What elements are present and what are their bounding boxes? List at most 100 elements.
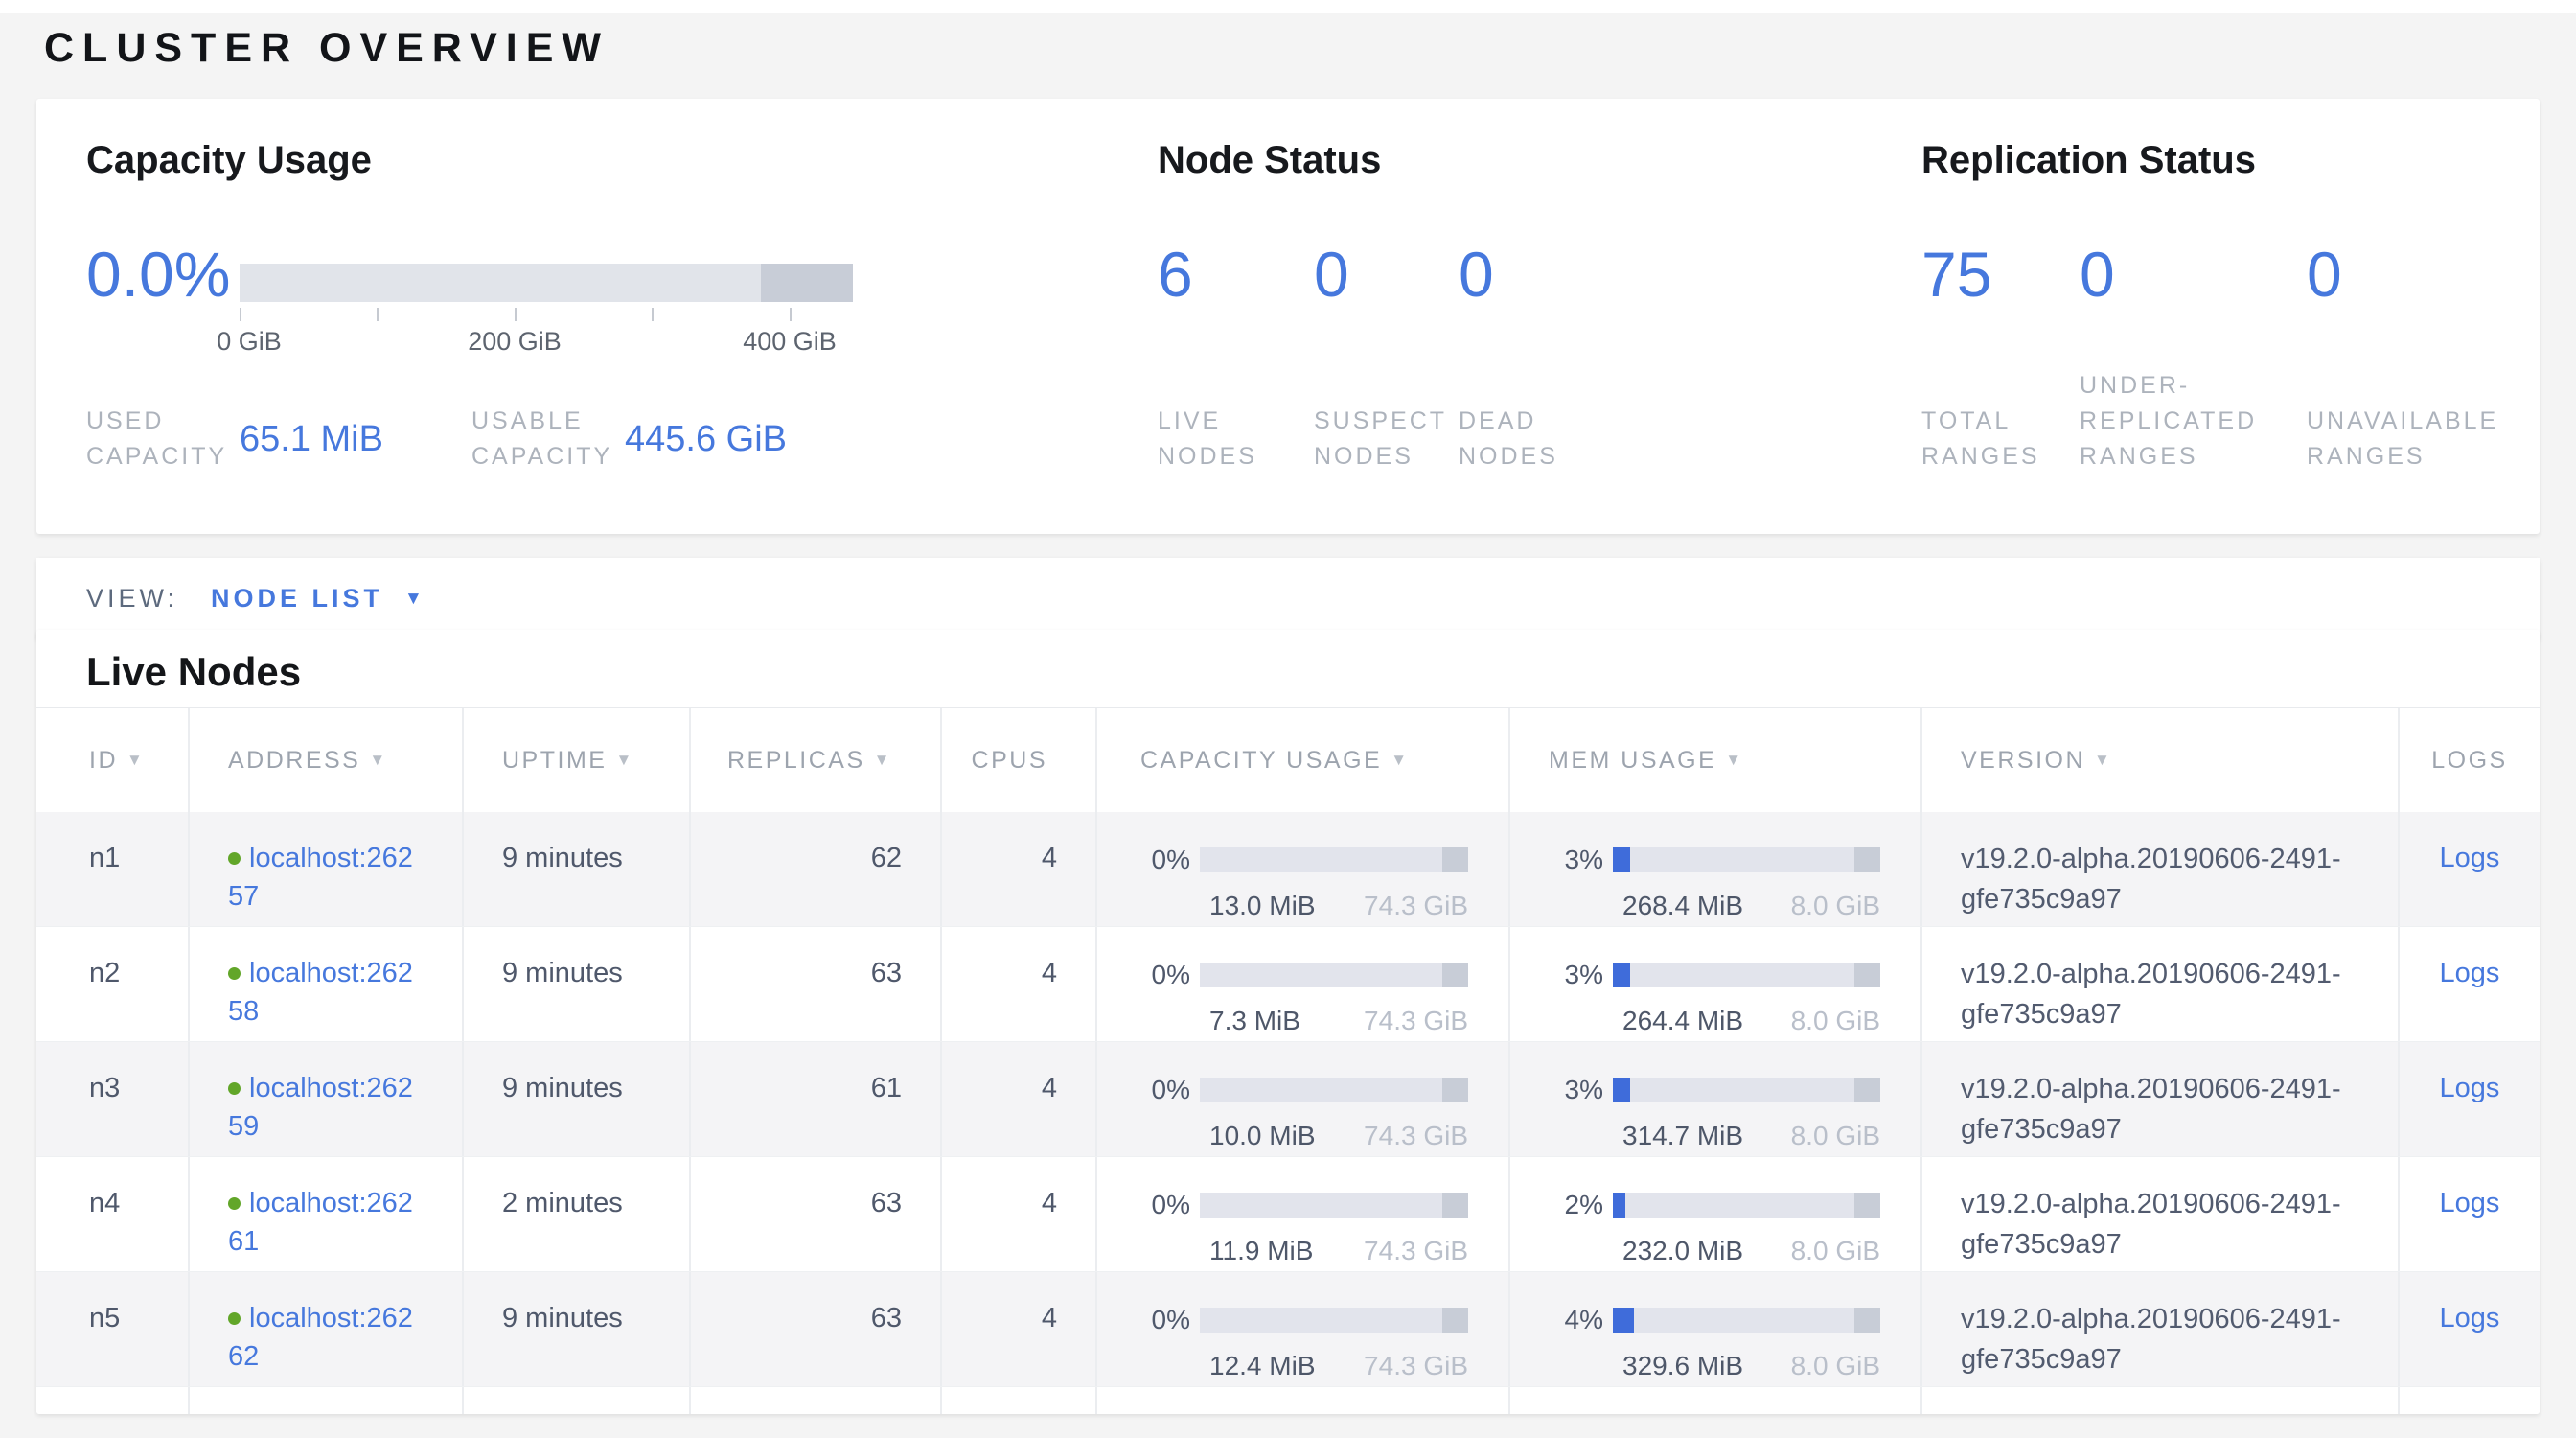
mem-total-value: 8.0 GiB	[1791, 1117, 1880, 1155]
capacity-total-value: 74.3 GiB	[1364, 1347, 1468, 1385]
mem-usage-cell: 3% 264.4 MiB 8.0 GiB	[1508, 927, 1920, 1041]
axis-tick	[790, 308, 792, 321]
capacity-usage-cell: 0% 11.9 MiB 74.3 GiB	[1095, 1157, 1508, 1271]
capacity-total-value: 74.3 GiB	[1364, 1232, 1468, 1270]
cpus-cell: 4	[940, 1157, 1095, 1271]
capacity-used-value: 13.0 MiB	[1209, 887, 1316, 925]
column-header-uptime[interactable]: UPTIME▼	[462, 708, 689, 812]
node-status-title: Node Status	[1158, 139, 1381, 182]
capacity-total-value: 74.3 GiB	[1364, 887, 1468, 925]
node-id-cell: n4	[36, 1157, 188, 1271]
uptime-cell: 2 minutes	[462, 1157, 689, 1271]
unavailable-label: UNAVAILABLE RANGES	[2307, 404, 2498, 475]
sort-arrow-icon: ▼	[615, 751, 633, 770]
mem-total-value: 8.0 GiB	[1791, 1347, 1880, 1385]
mem-used-value: 314.7 MiB	[1622, 1117, 1743, 1155]
status-live-icon	[228, 852, 241, 865]
under-replicated-count: 0	[2080, 241, 2115, 308]
column-header-capacity-usage[interactable]: CAPACITY USAGE▼	[1095, 708, 1508, 812]
capacity-percent-label: 0%	[1140, 1301, 1200, 1339]
capacity-reserved-segment	[1442, 847, 1468, 872]
mem-percent-label: 3%	[1553, 956, 1613, 994]
logs-cell: Logs	[2398, 1272, 2540, 1386]
address-link[interactable]: localhost:26259	[228, 1073, 413, 1142]
view-selector-bar: VIEW: NODE LIST ▼	[36, 558, 2540, 639]
uptime-cell: 9 minutes	[462, 1272, 689, 1386]
capacity-total-value: 74.3 GiB	[1364, 1002, 1468, 1040]
capacity-usage-cell: 0% 10.0 MiB 74.3 GiB	[1095, 1042, 1508, 1156]
version-cell: v19.2.0-alpha.20190606-2491-gfe735c9a97	[1920, 1042, 2398, 1156]
sort-arrow-icon: ▼	[126, 751, 145, 770]
mem-used-segment	[1613, 1308, 1634, 1333]
cpus-cell: 4	[940, 1042, 1095, 1156]
column-header-mem-usage[interactable]: MEM USAGE▼	[1508, 708, 1920, 812]
dead-nodes-label: DEAD NODES	[1459, 404, 1558, 475]
mem-usage-bar	[1613, 847, 1880, 872]
mem-usage-bar	[1613, 963, 1880, 987]
uptime-cell: 9 minutes	[462, 927, 689, 1041]
view-label: VIEW:	[86, 584, 178, 614]
capacity-used-value: 10.0 MiB	[1209, 1117, 1316, 1155]
logs-cell: Logs	[2398, 1157, 2540, 1271]
node-address-cell: localhost:26257	[188, 812, 462, 926]
usable-capacity-value: 445.6 GiB	[625, 419, 787, 460]
top-strip	[0, 0, 2576, 13]
mem-usage-bar	[1613, 1193, 1880, 1218]
unavailable-count: 0	[2307, 241, 2342, 308]
column-header-address[interactable]: ADDRESS▼	[188, 708, 462, 812]
column-header-version[interactable]: VERSION▼	[1920, 708, 2398, 812]
cpus-cell: 4	[940, 812, 1095, 926]
mem-total-value: 8.0 GiB	[1791, 887, 1880, 925]
logs-link[interactable]: Logs	[2440, 1073, 2500, 1103]
capacity-gauge-reserved-segment	[761, 264, 853, 302]
capacity-reserved-segment	[1442, 1308, 1468, 1333]
chevron-down-icon[interactable]: ▼	[404, 589, 423, 610]
version-cell: v19.2.0-alpha.20190606-2491-gfe735c9a97	[1920, 927, 2398, 1041]
logs-link[interactable]: Logs	[2440, 958, 2500, 988]
logs-link[interactable]: Logs	[2440, 843, 2500, 873]
column-header-logs: LOGS	[2398, 708, 2540, 812]
column-header-replicas[interactable]: REPLICAS▼	[689, 708, 940, 812]
address-link[interactable]: localhost:26257	[228, 843, 413, 912]
capacity-usage-bar	[1200, 963, 1468, 987]
capacity-usage-bar	[1200, 1308, 1468, 1333]
mem-reserved-segment	[1854, 1193, 1880, 1218]
logs-link[interactable]: Logs	[2440, 1188, 2500, 1218]
dead-nodes-count: 0	[1459, 241, 1494, 308]
mem-total-value: 8.0 GiB	[1791, 1232, 1880, 1270]
logs-cell: Logs	[2398, 927, 2540, 1041]
address-link[interactable]: localhost:26261	[228, 1188, 413, 1257]
column-header-cpus[interactable]: CPUS	[940, 708, 1095, 812]
axis-tick	[377, 308, 379, 321]
status-live-icon	[228, 967, 241, 980]
version-cell: v19.2.0-alpha.20190606-2491-gfe735c9a97	[1920, 1157, 2398, 1271]
live-nodes-count: 6	[1158, 241, 1193, 308]
mem-percent-label: 3%	[1553, 841, 1613, 879]
page-title: CLUSTER OVERVIEW	[44, 25, 610, 72]
capacity-percent-label: 0%	[1140, 841, 1200, 879]
axis-tick	[240, 308, 242, 321]
capacity-gauge-bar	[240, 264, 853, 302]
capacity-percent-label: 0%	[1140, 956, 1200, 994]
mem-percent-label: 3%	[1553, 1071, 1613, 1109]
view-dropdown[interactable]: NODE LIST	[211, 584, 383, 614]
logs-link[interactable]: Logs	[2440, 1303, 2500, 1334]
node-id-cell: n5	[36, 1272, 188, 1386]
status-live-icon	[228, 1312, 241, 1325]
capacity-usage-cell: 0% 12.4 MiB 74.3 GiB	[1095, 1272, 1508, 1386]
logs-cell: Logs	[2398, 812, 2540, 926]
capacity-usage-bar	[1200, 1078, 1468, 1102]
axis-tick-label: 400 GiB	[743, 327, 837, 357]
uptime-cell: 9 minutes	[462, 812, 689, 926]
mem-total-value: 8.0 GiB	[1791, 1002, 1880, 1040]
address-link[interactable]: localhost:26262	[228, 1303, 413, 1372]
node-address-cell: localhost:26259	[188, 1042, 462, 1156]
mem-used-value: 329.6 MiB	[1622, 1347, 1743, 1385]
column-header-id[interactable]: ID▼	[36, 708, 188, 812]
logs-cell: Logs	[2398, 1042, 2540, 1156]
capacity-usage-cell: 0% 7.3 MiB 74.3 GiB	[1095, 927, 1508, 1041]
mem-usage-bar	[1613, 1308, 1880, 1333]
mem-used-value: 268.4 MiB	[1622, 887, 1743, 925]
address-link[interactable]: localhost:26258	[228, 958, 413, 1027]
total-ranges-label: TOTAL RANGES	[1921, 404, 2040, 475]
